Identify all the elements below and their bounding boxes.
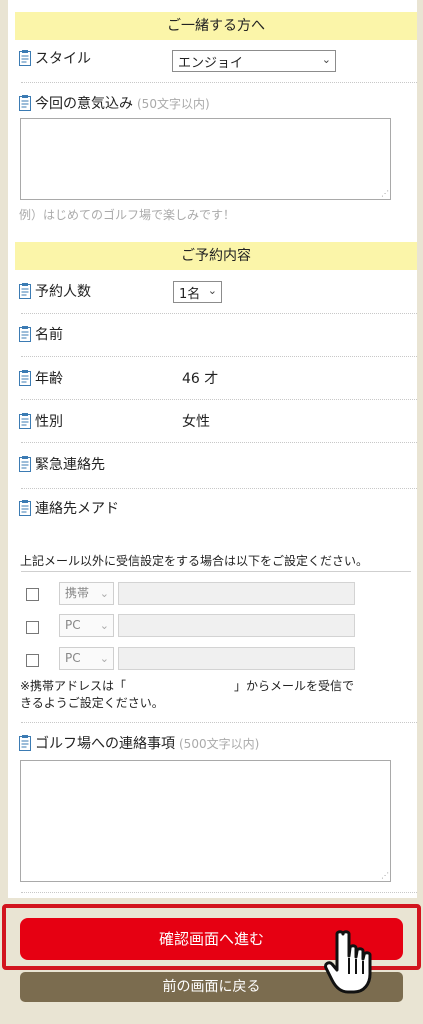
mail-type-value: PC	[65, 618, 81, 632]
style-label: スタイル	[35, 51, 91, 67]
party-size-row-label: 予約人数	[19, 281, 91, 301]
mail-settings-note: 上記メール以外に受信設定をする場合は以下をご設定ください。	[20, 554, 369, 568]
mail-type-value: 携帯	[65, 586, 90, 600]
divider	[21, 892, 417, 893]
email-label: 連絡先メアド	[35, 501, 119, 517]
divider	[21, 356, 417, 357]
hand-pointer-icon	[324, 930, 372, 994]
back-button-label: 前の画面に戻る	[162, 979, 261, 995]
divider	[21, 488, 417, 489]
chevron-down-icon: ⌄	[99, 619, 109, 632]
chevron-down-icon: ⌄	[321, 53, 331, 66]
section-title: ご一緒する方へ	[167, 18, 265, 34]
emergency-row-label: 緊急連絡先	[19, 454, 105, 474]
mail-address-input-3[interactable]	[118, 647, 355, 670]
clipboard-icon	[19, 283, 31, 299]
motivation-label: 今回の意気込み	[35, 96, 133, 112]
mobile-note-line2: きるようご設定ください。	[20, 696, 164, 710]
divider	[21, 313, 417, 314]
divider	[21, 399, 417, 400]
name-label: 名前	[35, 327, 63, 343]
chevron-down-icon: ⌄	[207, 284, 217, 297]
mail-address-input-2[interactable]	[118, 614, 355, 637]
motivation-row-label: 今回の意気込み (50文字以内)	[19, 93, 210, 113]
chevron-down-icon: ⌄	[99, 652, 109, 665]
resize-grip-icon[interactable]: ⋰	[381, 189, 389, 198]
divider	[21, 722, 417, 723]
clipboard-icon	[19, 95, 31, 111]
confirm-button-label: 確認画面へ進む	[158, 930, 264, 948]
clipboard-icon	[19, 413, 31, 429]
chevron-down-icon: ⌄	[99, 587, 109, 600]
mobile-note: ※携帯アドレスは「 」からメールを受信で きるようご設定ください。	[20, 678, 354, 712]
mail-type-select-1[interactable]: 携帯 ⌄	[59, 582, 114, 605]
mail-type-value: PC	[65, 651, 81, 665]
clipboard-icon	[19, 735, 31, 751]
divider	[21, 82, 417, 83]
mail-type-select-2[interactable]: PC ⌄	[59, 614, 114, 637]
golf-message-row-label: ゴルフ場への連絡事項 (500文字以内)	[19, 733, 259, 753]
age-value: 46 才	[182, 371, 219, 387]
gender-label: 性別	[35, 414, 63, 430]
gender-value: 女性	[182, 414, 210, 430]
form-card: ご一緒する方へ スタイル エンジョイ ⌄ 今回の意気込み (50文字以内) ⋰ …	[8, 0, 417, 898]
mobile-note-line1: ※携帯アドレスは「 」からメールを受信で	[20, 679, 355, 693]
golf-message-label: ゴルフ場への連絡事項	[35, 736, 175, 752]
style-select-value: エンジョイ	[178, 55, 244, 71]
age-row-label: 年齢	[19, 368, 63, 388]
motivation-textarea[interactable]: ⋰	[20, 118, 391, 200]
golf-message-textarea[interactable]: ⋰	[20, 760, 391, 882]
motivation-example: 例）はじめてのゴルフ場で楽しみです！	[19, 208, 236, 222]
mail-checkbox-2[interactable]	[26, 621, 39, 634]
divider	[21, 442, 417, 443]
party-size-select[interactable]: 1名 ⌄	[173, 281, 222, 303]
section-header-companion: ご一緒する方へ	[15, 12, 417, 40]
clipboard-icon	[19, 50, 31, 66]
name-row-label: 名前	[19, 324, 63, 344]
clipboard-icon	[19, 500, 31, 516]
emergency-label: 緊急連絡先	[35, 457, 105, 473]
mail-address-input-1[interactable]	[118, 582, 355, 605]
style-select[interactable]: エンジョイ ⌄	[172, 50, 336, 72]
style-row-label: スタイル	[19, 48, 91, 68]
motivation-hint: (50文字以内)	[137, 96, 210, 111]
mail-checkbox-3[interactable]	[26, 654, 39, 667]
clipboard-icon	[19, 456, 31, 472]
clipboard-icon	[19, 370, 31, 386]
mail-type-select-3[interactable]: PC ⌄	[59, 647, 114, 670]
section-header-reservation: ご予約内容	[15, 242, 417, 270]
resize-grip-icon[interactable]: ⋰	[381, 871, 389, 880]
mail-checkbox-1[interactable]	[26, 588, 39, 601]
age-label: 年齢	[35, 371, 63, 387]
divider	[21, 571, 411, 572]
party-size-label: 予約人数	[35, 284, 91, 300]
section-title: ご予約内容	[181, 248, 251, 264]
clipboard-icon	[19, 326, 31, 342]
golf-message-hint: (500文字以内)	[179, 736, 260, 751]
party-size-select-value: 1名	[179, 286, 201, 302]
email-row-label: 連絡先メアド	[19, 498, 119, 518]
gender-row-label: 性別	[19, 411, 63, 431]
